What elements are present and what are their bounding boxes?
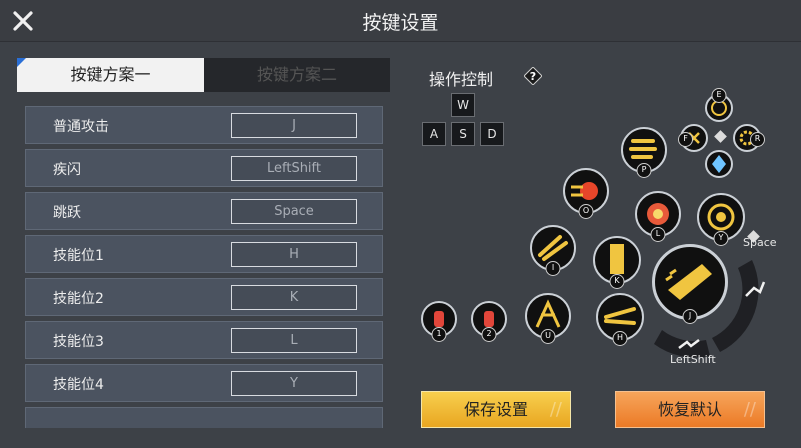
binding-label: 疾闪 bbox=[53, 162, 81, 178]
binding-row-skill-2: 技能位2 K bbox=[25, 278, 383, 316]
binding-row-attack: 普通攻击 J bbox=[25, 106, 383, 144]
skill-slot-r[interactable]: R bbox=[733, 124, 765, 152]
binding-key-field[interactable]: LeftShift bbox=[231, 156, 357, 181]
skill-badge: F bbox=[678, 132, 693, 147]
binding-list[interactable]: 普通攻击 J 疾闪 LeftShift 跳跃 Space 技能位1 H 技能位2… bbox=[25, 106, 383, 428]
binding-row-skill-4: 技能位4 Y bbox=[25, 364, 383, 402]
skill-slot-f[interactable]: F bbox=[678, 124, 708, 152]
help-button[interactable]: ? bbox=[523, 66, 543, 86]
question-icon: ? bbox=[523, 66, 543, 86]
binding-key-field[interactable]: K bbox=[231, 285, 357, 310]
key-d[interactable]: D bbox=[480, 122, 504, 146]
binding-row-skill-3: 技能位3 L bbox=[25, 321, 383, 359]
jump-dash-arc[interactable] bbox=[640, 240, 780, 370]
skill-slot-o[interactable]: O bbox=[563, 168, 609, 219]
title-bar: 按键设置 bbox=[0, 0, 801, 42]
skill-badge: H bbox=[612, 331, 628, 346]
skill-badge: 2 bbox=[481, 327, 497, 342]
binding-label: 技能位2 bbox=[53, 291, 104, 307]
binding-row-partial bbox=[25, 407, 383, 428]
binding-row-jump: 跳跃 Space bbox=[25, 192, 383, 230]
skill-slot-e[interactable]: E bbox=[705, 88, 733, 122]
jump-icon bbox=[745, 281, 766, 297]
binding-label: 技能位1 bbox=[53, 248, 104, 264]
binding-key-field[interactable]: L bbox=[231, 328, 357, 353]
skill-slot-i[interactable]: I bbox=[530, 225, 576, 276]
binding-row-skill-1: 技能位1 H bbox=[25, 235, 383, 273]
skill-badge: R bbox=[750, 132, 765, 147]
crystal-icon bbox=[712, 155, 726, 173]
binding-key-field[interactable]: J bbox=[231, 113, 357, 138]
skill-badge: O bbox=[578, 204, 594, 219]
key-a[interactable]: A bbox=[422, 122, 446, 146]
skill-badge: K bbox=[609, 274, 625, 289]
skill-slot-h[interactable]: H bbox=[596, 293, 644, 346]
skill-slot-k[interactable]: K bbox=[593, 236, 641, 289]
skill-slot-p[interactable]: P bbox=[621, 127, 667, 178]
item-slot-2[interactable]: 2 bbox=[471, 301, 507, 342]
skill-slot-l[interactable]: L bbox=[635, 191, 681, 242]
binding-label: 技能位3 bbox=[53, 334, 104, 350]
skill-badge: 1 bbox=[431, 327, 447, 342]
tab-scheme-2[interactable]: 按键方案二 bbox=[204, 58, 390, 92]
dash-icon bbox=[678, 339, 700, 349]
key-binding-panel: 按键方案一 按键方案二 普通攻击 J 疾闪 LeftShift 跳跃 Space… bbox=[17, 58, 390, 428]
scheme-tabs: 按键方案一 按键方案二 bbox=[17, 58, 390, 92]
tab-scheme-1[interactable]: 按键方案一 bbox=[17, 58, 204, 92]
skill-badge: E bbox=[711, 88, 727, 103]
skill-slot-blue[interactable] bbox=[705, 150, 733, 178]
skill-slot-y[interactable]: Y bbox=[697, 193, 745, 246]
page-title: 按键设置 bbox=[362, 12, 439, 34]
skill-slot-u[interactable]: U bbox=[525, 293, 571, 344]
binding-key-field[interactable]: Y bbox=[231, 371, 357, 396]
key-s[interactable]: S bbox=[451, 122, 475, 146]
binding-label: 跳跃 bbox=[53, 205, 81, 221]
key-w[interactable]: W bbox=[451, 93, 475, 117]
center-diamond bbox=[714, 130, 727, 143]
save-button[interactable]: 保存设置 bbox=[421, 391, 571, 428]
binding-label: 技能位4 bbox=[53, 377, 104, 393]
skill-badge: U bbox=[540, 329, 556, 344]
skill-badge: I bbox=[545, 261, 561, 276]
binding-key-field[interactable]: H bbox=[231, 242, 357, 267]
operation-control-label: 操作控制 bbox=[429, 70, 494, 89]
reset-default-button[interactable]: 恢复默认 bbox=[615, 391, 765, 428]
leftshift-label: LeftShift bbox=[670, 353, 716, 366]
binding-row-dash: 疾闪 LeftShift bbox=[25, 149, 383, 187]
svg-text:?: ? bbox=[530, 70, 536, 83]
binding-label: 普通攻击 bbox=[53, 119, 109, 135]
item-slot-1[interactable]: 1 bbox=[421, 301, 457, 342]
binding-key-field[interactable]: Space bbox=[231, 199, 357, 224]
skill-badge: P bbox=[636, 163, 652, 178]
